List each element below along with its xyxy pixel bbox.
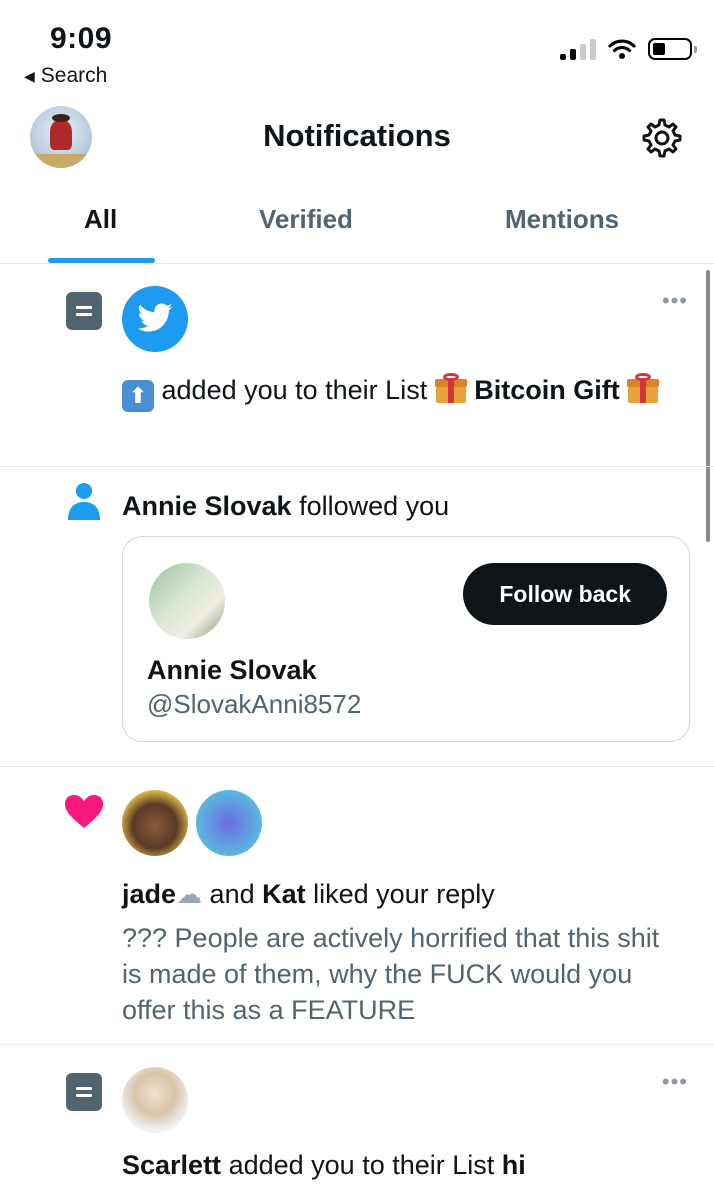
- follower-card-name: Annie Slovak: [147, 655, 317, 685]
- person-follow-icon: [68, 483, 100, 520]
- status-icons: [560, 38, 697, 60]
- like-connector: and: [209, 879, 255, 909]
- top-app-bar: Notifications: [0, 100, 714, 180]
- follower-card[interactable]: Follow back Annie Slovak @SlovakAnni8572: [122, 536, 690, 742]
- list-add-2-action: added you to their List: [228, 1150, 495, 1180]
- follow-action: followed you: [299, 491, 450, 521]
- more-options-icon[interactable]: •••: [662, 288, 688, 314]
- liker-name-1[interactable]: jade: [122, 879, 176, 909]
- active-tab-indicator: [48, 258, 155, 263]
- gift-emoji-icon: [627, 373, 660, 403]
- notification-list-add-2[interactable]: ••• Scarlett added you to their List hi: [0, 1045, 714, 1200]
- more-options-icon[interactable]: •••: [662, 1069, 688, 1095]
- twitter-bird-avatar[interactable]: [122, 286, 188, 352]
- rain-cloud-emoji-icon: ☁: [176, 879, 203, 909]
- like-notification-text: jade☁ and Kat liked your reply: [122, 876, 495, 912]
- follow-back-button[interactable]: Follow back: [463, 563, 667, 625]
- heart-like-icon: [65, 795, 103, 828]
- list-name-2: hi: [501, 1150, 526, 1180]
- notification-text: ⬆ added you to their List Bitcoin Gift: [122, 372, 682, 412]
- list-add-action: added you to their List: [161, 375, 428, 405]
- like-action: liked your reply: [313, 879, 495, 909]
- cellular-signal-icon: [560, 38, 596, 60]
- list-name: Bitcoin Gift: [474, 375, 620, 405]
- scarlett-avatar[interactable]: [122, 1067, 188, 1133]
- status-time: 9:09: [50, 22, 113, 55]
- follower-name[interactable]: Annie Slovak: [122, 491, 292, 521]
- list-icon: [66, 1073, 102, 1111]
- list-owner-name[interactable]: Scarlett: [122, 1150, 221, 1180]
- tab-mentions[interactable]: Mentions: [505, 204, 619, 235]
- follower-card-handle: @SlovakAnni8572: [147, 689, 362, 719]
- notification-tabs: All Verified Mentions: [0, 180, 714, 264]
- follower-avatar[interactable]: [149, 563, 225, 639]
- gift-emoji-icon: [434, 373, 467, 403]
- twitter-bird-icon: [137, 303, 173, 332]
- page-title: Notifications: [263, 118, 451, 153]
- up-arrow-emoji-icon: ⬆: [122, 380, 154, 412]
- tab-verified[interactable]: Verified: [259, 204, 353, 235]
- back-triangle-icon: ◀: [24, 67, 35, 84]
- notification-list-add[interactable]: ••• ⬆ added you to their List Bitcoin Gi…: [0, 264, 714, 467]
- liker-avatar-jade[interactable]: [122, 790, 188, 856]
- wifi-icon: [608, 39, 636, 59]
- liker-name-2[interactable]: Kat: [262, 879, 306, 909]
- list-add-2-text: Scarlett added you to their List hi: [122, 1147, 526, 1183]
- follow-notification-text: Annie Slovak followed you: [122, 488, 449, 524]
- back-to-search-link[interactable]: ◀ Search: [24, 64, 107, 88]
- liker-avatar-kat[interactable]: [196, 790, 262, 856]
- back-label: Search: [40, 64, 108, 87]
- battery-icon: [648, 38, 697, 60]
- tab-all[interactable]: All: [84, 204, 117, 235]
- list-icon: [66, 292, 102, 330]
- status-bar: 9:09 ◀ Search: [0, 0, 714, 100]
- liked-reply-text: ??? People are actively horrified that t…: [122, 923, 660, 1025]
- settings-gear-icon[interactable]: [640, 116, 684, 160]
